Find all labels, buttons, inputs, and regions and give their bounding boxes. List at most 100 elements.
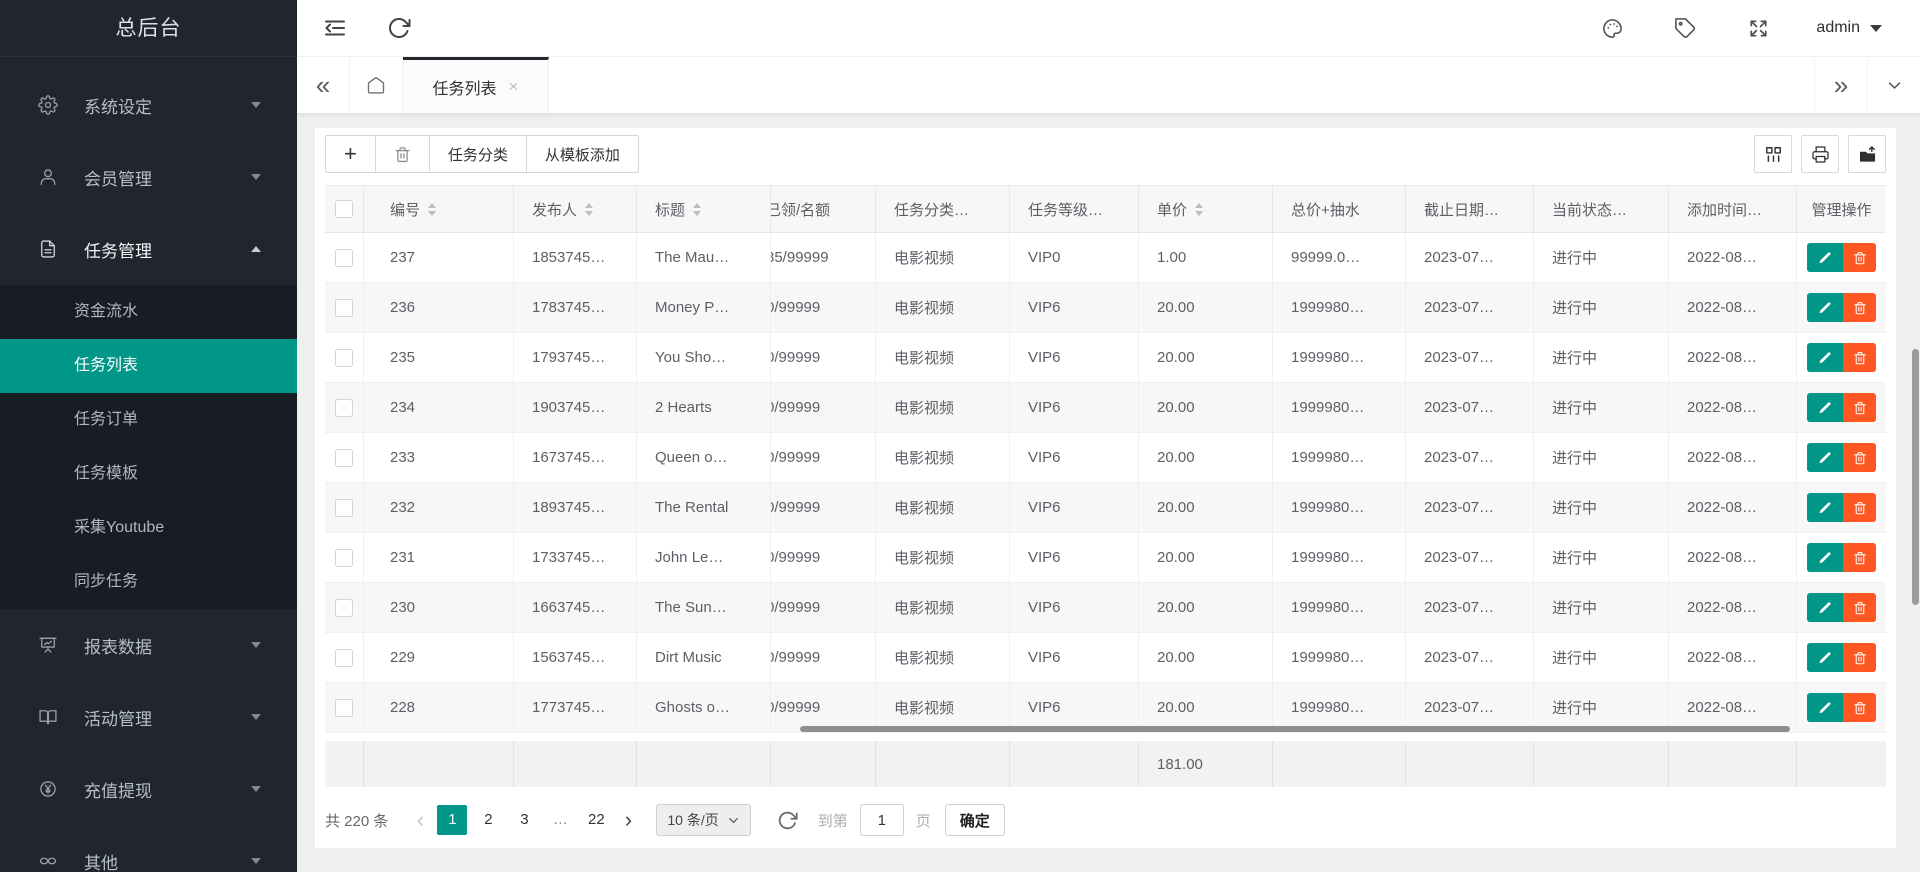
main-area: admin « 任务列表 × » + 任务分类: [297, 0, 1920, 872]
edit-button[interactable]: [1807, 243, 1843, 272]
sidebar-item-充值提现[interactable]: 充值提现: [0, 753, 297, 825]
row-checkbox[interactable]: [335, 699, 353, 717]
sort-icon[interactable]: [585, 203, 593, 216]
edit-button[interactable]: [1807, 343, 1843, 372]
row-checkbox[interactable]: [335, 599, 353, 617]
table-row: 2371853745…The Mau…85/99999电影视频VIP01.009…: [325, 233, 1886, 283]
confirm-button[interactable]: 确定: [945, 804, 1005, 836]
summary-cell: [1010, 741, 1139, 787]
sidebar-subitem-任务订单[interactable]: 任务订单: [0, 393, 297, 447]
horizontal-scrollbar[interactable]: [800, 726, 1790, 732]
chevron-down-icon: [727, 814, 740, 827]
page-number-2[interactable]: 2: [473, 805, 503, 835]
task-table: 编号发布人标题已领/名额任务分类…任务等级…单价总价+抽水截止日期…当前状态…添…: [325, 185, 1886, 733]
prev-page-button[interactable]: ‹: [406, 809, 434, 831]
delete-button[interactable]: [1843, 593, 1876, 622]
page-number-3[interactable]: 3: [509, 805, 539, 835]
print-button[interactable]: [1801, 135, 1839, 173]
row-checkbox[interactable]: [335, 499, 353, 517]
sidebar-subitem-任务列表[interactable]: 任务列表: [0, 339, 297, 393]
delete-button[interactable]: [1843, 293, 1876, 322]
chevron-down-icon: [251, 858, 261, 864]
edit-button[interactable]: [1807, 393, 1843, 422]
username: admin: [1816, 19, 1860, 37]
edit-button[interactable]: [1807, 493, 1843, 522]
row-checkbox[interactable]: [335, 399, 353, 417]
sidebar-item-活动管理[interactable]: 活动管理: [0, 681, 297, 753]
edit-button[interactable]: [1807, 543, 1843, 572]
page-number-22[interactable]: 22: [581, 805, 611, 835]
delete-button[interactable]: [1843, 643, 1876, 672]
delete-button[interactable]: [376, 135, 430, 173]
page-numbers: 123…22: [434, 805, 614, 835]
sidebar-item-其他[interactable]: 其他: [0, 825, 297, 872]
edit-button[interactable]: [1807, 293, 1843, 322]
sidebar-item-label: 其他: [84, 849, 251, 872]
row-checkbox[interactable]: [335, 649, 353, 667]
home-tab-button[interactable]: [350, 57, 403, 113]
edit-button[interactable]: [1807, 593, 1843, 622]
edit-button[interactable]: [1807, 443, 1843, 472]
sidebar-item-系统设定[interactable]: 系统设定: [0, 69, 297, 141]
export-button[interactable]: [1848, 135, 1886, 173]
tab-task-list[interactable]: 任务列表 ×: [403, 57, 549, 113]
sidebar-subitem-同步任务[interactable]: 同步任务: [0, 555, 297, 609]
cell-unit-price: 20.00: [1139, 483, 1273, 533]
summary-cell: [364, 741, 514, 787]
sidebar-item-会员管理[interactable]: 会员管理: [0, 141, 297, 213]
cell-level: VIP6: [1010, 483, 1139, 533]
column-header-id[interactable]: 编号: [364, 186, 514, 233]
row-checkbox[interactable]: [335, 299, 353, 317]
delete-button[interactable]: [1843, 443, 1876, 472]
user-menu[interactable]: admin: [1816, 19, 1882, 37]
sidebar-nav: 系统设定会员管理任务管理资金流水任务列表任务订单任务模板采集Youtube同步任…: [0, 57, 297, 872]
sidebar-subitem-采集Youtube[interactable]: 采集Youtube: [0, 501, 297, 555]
edit-button[interactable]: [1807, 693, 1843, 722]
next-page-button[interactable]: ›: [614, 809, 642, 831]
sidebar-toggle-button[interactable]: [323, 16, 347, 40]
fullscreen-button[interactable]: [1747, 17, 1770, 40]
sort-icon[interactable]: [1195, 203, 1203, 216]
cell-total: 1999980…: [1273, 433, 1406, 483]
column-header-publisher[interactable]: 发布人: [514, 186, 637, 233]
task-category-button[interactable]: 任务分类: [430, 135, 527, 173]
delete-button[interactable]: [1843, 493, 1876, 522]
tabs-menu-button[interactable]: [1867, 57, 1920, 113]
table-toolbar: + 任务分类 从模板添加: [325, 135, 1886, 173]
tabs-scroll-right-button[interactable]: »: [1814, 57, 1867, 113]
edit-button[interactable]: [1807, 643, 1843, 672]
tag-button[interactable]: [1674, 17, 1697, 40]
columns-toggle-button[interactable]: [1754, 135, 1792, 173]
pager-refresh-button[interactable]: [777, 810, 798, 831]
column-header-title[interactable]: 标题: [637, 186, 771, 233]
delete-button[interactable]: [1843, 543, 1876, 572]
vertical-scrollbar[interactable]: [1912, 349, 1919, 605]
row-checkbox[interactable]: [335, 249, 353, 267]
sidebar-item-报表数据[interactable]: 报表数据: [0, 609, 297, 681]
sort-icon[interactable]: [693, 203, 701, 216]
delete-button[interactable]: [1843, 693, 1876, 722]
sidebar-subitem-任务模板[interactable]: 任务模板: [0, 447, 297, 501]
select-all-checkbox[interactable]: [335, 200, 353, 218]
table-row: 2321893745…The Rental0/99999电影视频VIP620.0…: [325, 483, 1886, 533]
goto-page-input[interactable]: [860, 804, 904, 836]
sidebar-item-任务管理[interactable]: 任务管理: [0, 213, 297, 285]
page-size-select[interactable]: 10 条/页: [656, 804, 750, 836]
delete-button[interactable]: [1843, 393, 1876, 422]
theme-button[interactable]: [1601, 17, 1624, 40]
tabs-scroll-left-button[interactable]: «: [297, 57, 350, 113]
refresh-button[interactable]: [387, 16, 411, 40]
add-from-template-button[interactable]: 从模板添加: [527, 135, 639, 173]
cell-total: 99999.0…: [1273, 233, 1406, 283]
delete-button[interactable]: [1843, 243, 1876, 272]
close-icon[interactable]: ×: [509, 77, 519, 97]
sort-icon[interactable]: [428, 203, 436, 216]
page-number-1[interactable]: 1: [437, 805, 467, 835]
column-header-unit-price[interactable]: 单价: [1139, 186, 1273, 233]
add-button[interactable]: +: [325, 135, 376, 173]
delete-button[interactable]: [1843, 343, 1876, 372]
row-checkbox[interactable]: [335, 449, 353, 467]
sidebar-subitem-资金流水[interactable]: 资金流水: [0, 285, 297, 339]
row-checkbox[interactable]: [335, 549, 353, 567]
row-checkbox[interactable]: [335, 349, 353, 367]
